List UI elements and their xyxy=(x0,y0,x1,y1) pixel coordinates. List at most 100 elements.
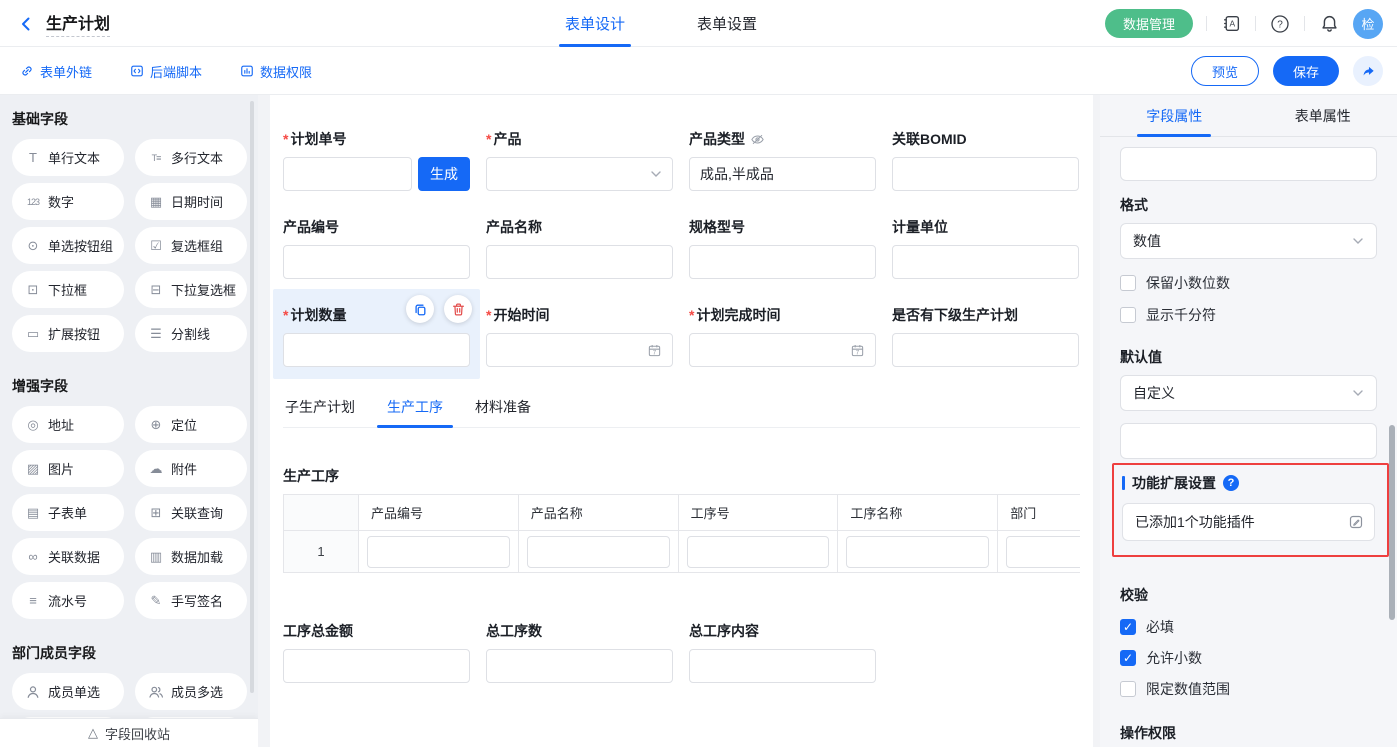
data-permission-action[interactable]: 数据权限 xyxy=(240,62,312,81)
unit-input[interactable] xyxy=(892,245,1079,279)
field-product-code[interactable]: 产品编号 xyxy=(283,217,470,279)
field-item-image[interactable]: ▨图片 xyxy=(12,450,124,487)
default-custom-value-input[interactable] xyxy=(1120,423,1377,459)
sidebar-scrollbar[interactable] xyxy=(250,101,254,693)
help-icon[interactable]: ? xyxy=(1269,13,1291,35)
checkbox-limit-range[interactable]: ✓ 限定数值范围 xyxy=(1120,679,1377,699)
cell-input-department[interactable] xyxy=(1006,536,1080,568)
back-button[interactable] xyxy=(16,14,36,34)
field-item-linked-query[interactable]: ⊞关联查询 xyxy=(135,494,247,531)
backend-script-action[interactable]: 后端脚本 xyxy=(130,62,202,81)
field-name-input[interactable] xyxy=(1120,147,1377,181)
external-link-action[interactable]: 表单外链 xyxy=(20,62,92,81)
default-value-select-value: 自定义 xyxy=(1133,383,1175,403)
tab-form-design[interactable]: 表单设计 xyxy=(565,0,625,47)
field-total-content[interactable]: 总工序内容 xyxy=(689,621,876,683)
field-item-radio-group[interactable]: ⊙单选按钮组 xyxy=(12,227,124,264)
product-code-input[interactable] xyxy=(283,245,470,279)
form-title[interactable]: 生产计划 xyxy=(46,10,110,37)
field-bom-id[interactable]: 关联BOMID xyxy=(892,129,1079,191)
bom-id-input[interactable] xyxy=(892,157,1079,191)
start-time-input[interactable]: 7 xyxy=(486,333,673,367)
field-start-time[interactable]: *开始时间 7 xyxy=(486,305,673,367)
field-item-location[interactable]: ⊕定位 xyxy=(135,406,247,443)
field-item-divider[interactable]: ☰分割线 xyxy=(135,315,247,352)
field-item-attachment[interactable]: ☁附件 xyxy=(135,450,247,487)
tab-production-process[interactable]: 生产工序 xyxy=(385,397,445,427)
field-product-type[interactable]: 产品类型 成品,半成品 xyxy=(689,129,876,191)
finish-time-input[interactable]: 7 xyxy=(689,333,876,367)
contact-book-icon[interactable]: A xyxy=(1220,13,1242,35)
cell-input-product-code[interactable] xyxy=(367,536,510,568)
selected-field-highlight[interactable]: *计划数量 xyxy=(273,289,480,379)
generate-button[interactable]: 生成 xyxy=(418,157,470,191)
field-finish-time[interactable]: *计划完成时间 7 xyxy=(689,305,876,367)
field-total-count[interactable]: 总工序数 xyxy=(486,621,673,683)
field-recycle-bin[interactable]: △ 字段回收站 xyxy=(0,718,258,747)
field-product-name[interactable]: 产品名称 xyxy=(486,217,673,279)
field-spec-model[interactable]: 规格型号 xyxy=(689,217,876,279)
field-product[interactable]: *产品 xyxy=(486,129,673,191)
tab-material-preparation[interactable]: 材料准备 xyxy=(473,397,533,427)
has-sub-plan-input[interactable] xyxy=(892,333,1079,367)
checkbox-thousand-separator[interactable]: ✓ 显示千分符 xyxy=(1120,305,1377,325)
field-plan-qty-selected[interactable]: *计划数量 xyxy=(283,305,470,367)
cell-input-product-name[interactable] xyxy=(527,536,670,568)
total-amount-input[interactable] xyxy=(283,649,470,683)
data-manage-button[interactable]: 数据管理 xyxy=(1105,9,1193,38)
default-value-select[interactable]: 自定义 xyxy=(1120,375,1377,411)
field-item-select[interactable]: ⊡下拉框 xyxy=(12,271,124,308)
field-item-address[interactable]: ◎地址 xyxy=(12,406,124,443)
checkbox-icon: ✓ xyxy=(1120,650,1136,666)
total-content-input[interactable] xyxy=(689,649,876,683)
cell-input-process-name[interactable] xyxy=(846,536,989,568)
field-unit[interactable]: 计量单位 xyxy=(892,217,1079,279)
field-item-signature[interactable]: ✎手写签名 xyxy=(135,582,247,619)
extension-status-box[interactable]: 已添加1个功能插件 xyxy=(1122,503,1375,541)
field-item-checkbox-group[interactable]: ☑复选框组 xyxy=(135,227,247,264)
field-plan-no[interactable]: *计划单号 生成 xyxy=(283,129,470,191)
plan-qty-input[interactable] xyxy=(283,333,470,367)
product-select[interactable] xyxy=(486,157,673,191)
total-count-input[interactable] xyxy=(486,649,673,683)
field-item-label: 扩展按钮 xyxy=(48,324,100,343)
checkbox-allow-decimal[interactable]: ✓ 允许小数 xyxy=(1120,648,1377,668)
product-type-input[interactable]: 成品,半成品 xyxy=(689,157,876,191)
save-button[interactable]: 保存 xyxy=(1273,56,1339,86)
field-item-extend-button[interactable]: ▭扩展按钮 xyxy=(12,315,124,352)
tab-field-properties[interactable]: 字段属性 xyxy=(1100,95,1249,136)
checkbox-required[interactable]: ✓ 必填 xyxy=(1120,617,1377,637)
field-item-data-load[interactable]: ▥数据加载 xyxy=(135,538,247,575)
bell-icon[interactable] xyxy=(1318,13,1340,35)
product-name-input[interactable] xyxy=(486,245,673,279)
edit-extension-button[interactable] xyxy=(1348,514,1364,530)
checkbox-keep-decimal[interactable]: ✓ 保留小数位数 xyxy=(1120,273,1377,293)
field-item-multi-text[interactable]: T≡多行文本 xyxy=(135,139,247,176)
cell-input-process-no[interactable] xyxy=(687,536,830,568)
field-item-label: 定位 xyxy=(171,415,197,434)
field-item-subform[interactable]: ▤子表单 xyxy=(12,494,124,531)
plan-no-input[interactable] xyxy=(283,157,412,191)
tab-form-properties[interactable]: 表单属性 xyxy=(1249,95,1397,136)
question-circle-icon[interactable]: ? xyxy=(1223,475,1239,491)
tab-form-settings[interactable]: 表单设置 xyxy=(697,0,757,47)
tab-sub-production-plan[interactable]: 子生产计划 xyxy=(283,397,357,427)
share-button[interactable] xyxy=(1353,56,1383,86)
spec-model-input[interactable] xyxy=(689,245,876,279)
user-avatar[interactable]: 检 xyxy=(1353,9,1383,39)
field-item-member-single[interactable]: 成员单选 xyxy=(12,673,124,710)
panel-scrollbar[interactable] xyxy=(1389,425,1395,620)
field-total-amount[interactable]: 工序总金额 xyxy=(283,621,470,683)
format-select[interactable]: 数值 xyxy=(1120,223,1377,259)
field-item-datetime[interactable]: ▦日期时间 xyxy=(135,183,247,220)
field-has-sub-plan[interactable]: 是否有下级生产计划 xyxy=(892,305,1079,367)
field-item-serial-number[interactable]: ≡流水号 xyxy=(12,582,124,619)
field-item-linked-data[interactable]: ∞关联数据 xyxy=(12,538,124,575)
preview-button[interactable]: 预览 xyxy=(1191,56,1259,86)
field-item-single-text[interactable]: T单行文本 xyxy=(12,139,124,176)
delete-field-button[interactable] xyxy=(444,295,472,323)
duplicate-field-button[interactable] xyxy=(406,295,434,323)
field-item-multi-select[interactable]: ⊟下拉复选框 xyxy=(135,271,247,308)
field-item-number[interactable]: 123数字 xyxy=(12,183,124,220)
field-item-member-multi[interactable]: 成员多选 xyxy=(135,673,247,710)
